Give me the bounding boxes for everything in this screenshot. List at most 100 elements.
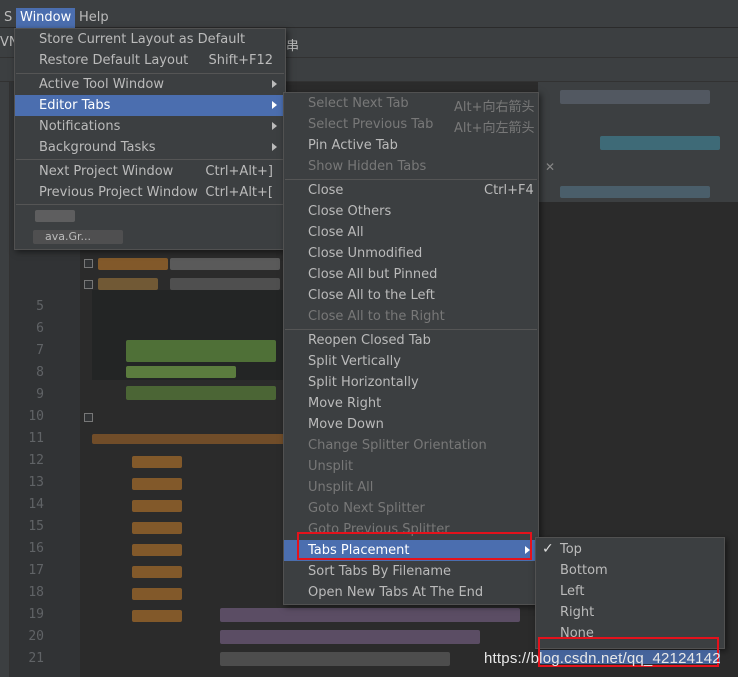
menu-item-label: Goto Next Splitter — [308, 501, 425, 516]
menu-item-placement-top[interactable]: ✓ Top — [536, 539, 724, 560]
menu-item-label: ava.Gr... — [45, 230, 92, 243]
menu-item-show-hidden-tabs[interactable]: Show Hidden Tabs — [284, 156, 538, 177]
submenu-arrow-icon — [272, 80, 277, 88]
menu-item-sort-tabs-by-filename[interactable]: Sort Tabs By Filename — [284, 561, 538, 582]
line-number: 14 — [28, 497, 44, 512]
checkmark-icon: ✓ — [542, 541, 554, 557]
menu-item-label: Close All — [308, 225, 364, 240]
menu-item-select-previous-tab[interactable]: Select Previous Tab Alt+向左箭头 — [284, 114, 538, 136]
line-number: 20 — [28, 629, 44, 644]
menu-window[interactable]: Window — [16, 8, 76, 28]
menu-item-label: Bottom — [560, 563, 608, 578]
blurred-code — [92, 434, 292, 444]
menu-item-label: Store Current Layout as Default — [39, 32, 246, 47]
menu-item-label: Reopen Closed Tab — [308, 333, 431, 348]
menu-item-close[interactable]: Close Ctrl+F4 — [284, 180, 538, 201]
menu-item-close-all-but-pinned[interactable]: Close All but Pinned — [284, 264, 538, 285]
menu-item-label: Right — [560, 605, 595, 620]
menu-item-close-all-to-right[interactable]: Close All to the Right — [284, 306, 538, 327]
menu-item-label: Editor Tabs — [39, 98, 111, 113]
tab-close-icon[interactable]: ✕ — [545, 160, 555, 174]
menu-item-close-others[interactable]: Close Others — [284, 201, 538, 222]
blurred-code — [560, 90, 710, 104]
blurred-code — [132, 456, 182, 468]
blurred-code — [132, 544, 182, 556]
menu-item-label: Active Tool Window — [39, 77, 164, 92]
blurred-project-name — [35, 210, 75, 222]
blurred-code — [132, 566, 182, 578]
blurred-code — [600, 136, 720, 150]
blurred-code — [170, 278, 280, 290]
menu-item-close-unmodified[interactable]: Close Unmodified — [284, 243, 538, 264]
menu-item-editor-tabs[interactable]: Editor Tabs — [15, 95, 285, 116]
submenu-arrow-icon — [272, 122, 277, 130]
menu-item-move-right[interactable]: Move Right — [284, 393, 538, 414]
line-number: 15 — [28, 519, 44, 534]
menu-item-background-tasks[interactable]: Background Tasks — [15, 137, 285, 158]
line-number: 18 — [28, 585, 44, 600]
menu-item-goto-next-splitter[interactable]: Goto Next Splitter — [284, 498, 538, 519]
menu-item-open-new-tabs-at-end[interactable]: Open New Tabs At The End — [284, 582, 538, 603]
menu-item-active-tool-window[interactable]: Active Tool Window — [15, 74, 285, 95]
blurred-code — [98, 278, 158, 290]
menu-item-pin-active-tab[interactable]: Pin Active Tab — [284, 135, 538, 156]
blurred-code — [132, 478, 182, 490]
menu-item-label: Close Others — [308, 204, 392, 219]
menu-item-project[interactable]: ava.Gr... — [15, 227, 285, 248]
menu-item-move-down[interactable]: Move Down — [284, 414, 538, 435]
menu-item-label: Left — [560, 584, 585, 599]
menu-item-label: Select Previous Tab — [308, 117, 434, 132]
menu-item-label: Pin Active Tab — [308, 138, 398, 153]
fold-icon[interactable] — [84, 280, 93, 289]
menu-item-shortcut: Ctrl+Alt+[ — [205, 185, 273, 200]
menu-item-label: Open New Tabs At The End — [308, 585, 484, 600]
blurred-code — [220, 608, 520, 622]
menu-item-placement-bottom[interactable]: Bottom — [536, 560, 724, 581]
window-title-strip — [0, 0, 738, 8]
fold-icon[interactable] — [84, 259, 93, 268]
menu-help[interactable]: Help — [75, 8, 113, 28]
blurred-code — [560, 186, 710, 198]
menu-item-unsplit-all[interactable]: Unsplit All — [284, 477, 538, 498]
menu-item-label: Close — [308, 183, 344, 198]
menu-item-label: Next Project Window — [39, 164, 174, 179]
blurred-code — [132, 610, 182, 622]
line-number: 19 — [28, 607, 44, 622]
menu-item-split-horizontally[interactable]: Split Horizontally — [284, 372, 538, 393]
menu-item-label: Close All to the Left — [308, 288, 435, 303]
menu-item-close-all-to-left[interactable]: Close All to the Left — [284, 285, 538, 306]
menu-item-store-layout[interactable]: Store Current Layout as Default — [15, 29, 285, 50]
tool-window-strip — [0, 82, 10, 677]
menu-item-placement-right[interactable]: Right — [536, 602, 724, 623]
menu-item-close-all[interactable]: Close All — [284, 222, 538, 243]
fold-icon[interactable] — [84, 413, 93, 422]
menu-item-label: Close All to the Right — [308, 309, 445, 324]
blurred-code — [98, 258, 168, 270]
menu-item-shortcut: Ctrl+Alt+] — [205, 164, 273, 179]
menu-item-shortcut: Shift+F12 — [208, 53, 273, 68]
menu-tools-partial[interactable]: S — [0, 8, 16, 28]
menu-item-notifications[interactable]: Notifications — [15, 116, 285, 137]
menu-item-placement-left[interactable]: Left — [536, 581, 724, 602]
menu-item-change-splitter-orientation[interactable]: Change Splitter Orientation — [284, 435, 538, 456]
menu-item-label: Split Vertically — [308, 354, 401, 369]
menu-item-restore-layout[interactable]: Restore Default Layout Shift+F12 — [15, 50, 285, 71]
menu-item-next-project-window[interactable]: Next Project Window Ctrl+Alt+] — [15, 161, 285, 182]
annotation-box — [297, 532, 532, 560]
menu-item-reopen-closed-tab[interactable]: Reopen Closed Tab — [284, 330, 538, 351]
menu-item-label: Split Horizontally — [308, 375, 419, 390]
menu-item-label: Select Next Tab — [308, 96, 409, 111]
line-number: 10 — [28, 409, 44, 424]
blurred-code — [132, 500, 182, 512]
line-number: 21 — [28, 651, 44, 666]
menu-item-previous-project-window[interactable]: Previous Project Window Ctrl+Alt+[ — [15, 182, 285, 203]
blurred-code — [132, 522, 182, 534]
menu-item-label: Notifications — [39, 119, 121, 134]
line-number: 6 — [36, 321, 44, 336]
menu-item-label: Move Down — [308, 417, 384, 432]
menu-item-unsplit[interactable]: Unsplit — [284, 456, 538, 477]
menu-item-split-vertically[interactable]: Split Vertically — [284, 351, 538, 372]
line-number: 12 — [28, 453, 44, 468]
menu-item-label: Sort Tabs By Filename — [308, 564, 452, 579]
menu-item-select-next-tab[interactable]: Select Next Tab Alt+向右箭头 — [284, 93, 538, 115]
